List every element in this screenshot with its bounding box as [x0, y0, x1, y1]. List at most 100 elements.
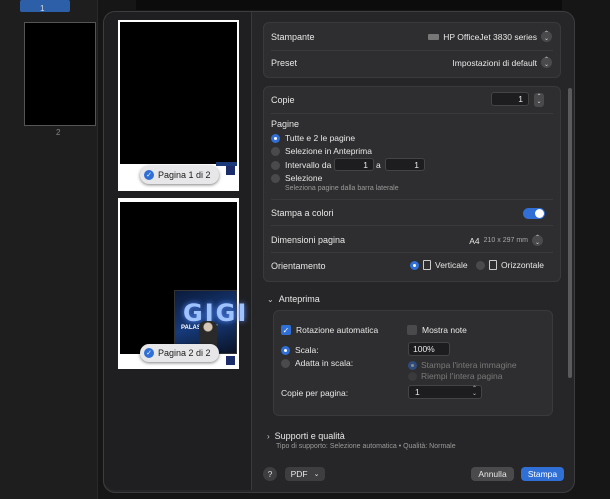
range-to-field[interactable]: 1 [385, 158, 425, 171]
show-notes-checkbox[interactable]: Mostra note [407, 325, 467, 335]
media-summary: Tipo di supporto: Selezione automatica •… [276, 443, 456, 450]
print-label: Stampa [527, 469, 558, 479]
chevron-updown-icon: ⌃ ⌄ [541, 31, 552, 42]
page-1-poster-edge [216, 162, 237, 166]
landscape-icon [489, 260, 497, 270]
preset-label: Preset [271, 58, 298, 68]
scale-radio[interactable]: Scala: [281, 345, 319, 355]
pages-option-range[interactable]: Intervallo da [271, 160, 331, 170]
pages-option-range-label: Intervallo da [285, 160, 332, 170]
page-2-top-margin [120, 200, 237, 202]
auto-rotate-label: Rotazione automatica [296, 325, 379, 335]
cancel-button[interactable]: Annulla [471, 467, 514, 481]
copies-field[interactable]: 1 [491, 92, 529, 106]
checkbox-empty[interactable] [407, 325, 417, 335]
pages-per-sheet-value: 1 [415, 387, 420, 397]
background-document-edge [136, 0, 562, 10]
print-button[interactable]: Stampa [521, 467, 564, 481]
media-section-header[interactable]: › Supporti e qualità [267, 431, 345, 441]
cancel-label: Annulla [478, 469, 507, 479]
pages-per-sheet-popup[interactable]: 1 ⌃ ⌄ [408, 385, 482, 399]
media-section-title: Supporti e qualità [274, 431, 345, 441]
chevron-updown-icon: ⌃ ⌄ [471, 386, 477, 397]
preset-popup[interactable]: Impostazioni di default ⌃ ⌄ [452, 57, 552, 68]
pages-option-selection-preview[interactable]: Selezione in Anteprima [271, 146, 372, 156]
range-to-value: 1 [414, 159, 419, 170]
background-thumbnail-1[interactable] [20, 0, 70, 12]
copies-label: Copie [271, 95, 295, 105]
portrait-icon [423, 260, 431, 270]
checkmark-icon: ✓ [144, 348, 154, 358]
page-2-logo [226, 356, 235, 365]
pages-option-selection-label: Selezione [285, 173, 323, 183]
fit-print-entire-option[interactable]: Stampa l'intera immagine [408, 360, 517, 370]
radio-selected[interactable] [271, 133, 280, 143]
orientation-portrait[interactable]: Verticale [410, 260, 468, 270]
page-1-label-pill: ✓ Pagina 1 di 2 [140, 166, 219, 184]
radio-selected-disabled[interactable] [408, 360, 417, 370]
orientation-label: Orientamento [271, 261, 326, 271]
chevron-down-icon: ⌄ [313, 471, 320, 478]
chevron-right-icon: › [267, 431, 270, 441]
divider [271, 225, 553, 226]
paper-size-popup[interactable]: A4 210 x 297 mm ⌃ ⌄ [469, 235, 543, 246]
pages-option-all-label: Tutte e 2 le pagine [285, 133, 356, 143]
fit-fill-entire-label: Riempi l'intera pagina [421, 371, 503, 381]
page-2-label: Pagina 2 di 2 [158, 348, 211, 358]
copies-stepper[interactable]: ⌃ ⌄ [534, 93, 544, 107]
scale-field[interactable]: 100% [408, 342, 450, 356]
preview-section-title: Anteprima [278, 294, 320, 304]
paper-size-label: Dimensioni pagina [271, 235, 346, 245]
pages-option-selection[interactable]: Selezione [271, 173, 322, 183]
radio[interactable] [271, 146, 280, 156]
radio[interactable] [271, 173, 280, 183]
range-from-field[interactable]: 1 [334, 158, 374, 171]
radio-disabled[interactable] [408, 371, 417, 381]
fit-fill-entire-option[interactable]: Riempi l'intera pagina [408, 371, 502, 381]
radio-selected[interactable] [281, 345, 290, 355]
pdf-menu-button[interactable]: PDF ⌄ [285, 467, 325, 481]
page-1-logo [226, 166, 235, 175]
orientation-landscape[interactable]: Orizzontale [476, 260, 544, 270]
help-button[interactable]: ? [263, 467, 277, 481]
divider [271, 252, 553, 253]
page-2-label-pill: ✓ Pagina 2 di 2 [140, 344, 219, 362]
background-thumbnail-1-number: 1 [40, 4, 45, 13]
chevron-updown-icon: ⌃ ⌄ [532, 235, 543, 246]
preview-section-header[interactable]: ⌄ Anteprima [267, 294, 320, 304]
background-thumbnail-2-number: 2 [56, 128, 61, 137]
settings-scrollbar[interactable] [568, 88, 572, 378]
fit-label: Adatta in scala: [295, 358, 354, 368]
copies-value: 1 [518, 94, 523, 104]
orientation-landscape-label: Orizzontale [501, 260, 544, 270]
radio[interactable] [281, 358, 290, 368]
paper-size-value: A4 [469, 235, 480, 246]
fit-radio[interactable]: Adatta in scala: [281, 358, 353, 368]
divider [271, 113, 553, 114]
checkmark-icon: ✓ [144, 170, 154, 180]
auto-rotate-checkbox[interactable]: ✓ Rotazione automatica [281, 325, 378, 335]
printer-label: Stampante [271, 32, 315, 42]
pages-option-selection-preview-label: Selezione in Anteprima [285, 146, 372, 156]
scale-label: Scala: [295, 345, 319, 355]
pages-option-all[interactable]: Tutte e 2 le pagine [271, 133, 355, 143]
printer-popup[interactable]: HP OfficeJet 3830 series ⌃ ⌄ [428, 31, 552, 42]
show-notes-label: Mostra note [422, 325, 467, 335]
range-from-value: 1 [363, 159, 368, 170]
pages-per-sheet-label: Copie per pagina: [281, 388, 349, 398]
checkmark-icon[interactable]: ✓ [281, 325, 291, 335]
printer-icon [428, 33, 440, 40]
radio-selected[interactable] [410, 260, 419, 270]
fit-print-entire-label: Stampa l'intera immagine [421, 360, 517, 370]
color-toggle[interactable] [523, 208, 545, 219]
preset-value: Impostazioni di default [452, 57, 537, 68]
color-label: Stampa a colori [271, 208, 334, 218]
radio[interactable] [271, 160, 280, 170]
pages-selection-hint: Seleziona pagine dalla barra laterale [285, 185, 399, 192]
divider [271, 199, 553, 200]
radio[interactable] [476, 260, 485, 270]
background-thumbnail-2[interactable] [24, 22, 96, 126]
pages-label: Pagine [271, 119, 300, 129]
chevron-down-icon: ⌄ [267, 294, 274, 304]
chevron-updown-icon: ⌃ ⌄ [541, 57, 552, 68]
